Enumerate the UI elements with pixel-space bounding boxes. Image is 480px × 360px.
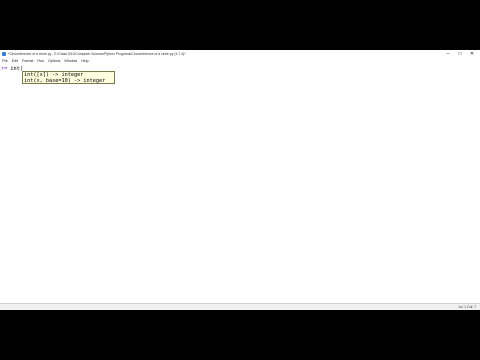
code-editor[interactable]: r= int( int([x]) -> integer int(x, base=…	[0, 64, 480, 303]
idle-editor-window: *Circumference of a circle.py - E:/Class…	[0, 50, 480, 311]
letterbox-bottom	[0, 310, 480, 360]
code-expression: int(	[7, 66, 23, 72]
window-controls: – □ ✕	[442, 50, 478, 58]
minimize-button[interactable]: –	[442, 50, 454, 58]
window-title: *Circumference of a circle.py - E:/Class…	[8, 52, 186, 56]
calltip-popup: int([x]) -> integer int(x, base=10) -> i…	[22, 71, 115, 84]
python-file-icon	[2, 52, 6, 56]
code-line-1[interactable]: r= int(	[1, 66, 23, 72]
letterbox-top	[0, 0, 480, 50]
maximize-button[interactable]: □	[454, 50, 466, 58]
title-bar: *Circumference of a circle.py - E:/Class…	[0, 50, 480, 58]
close-button[interactable]: ✕	[466, 50, 478, 58]
calltip-line-2: int(x, base=10) -> integer	[24, 78, 106, 84]
